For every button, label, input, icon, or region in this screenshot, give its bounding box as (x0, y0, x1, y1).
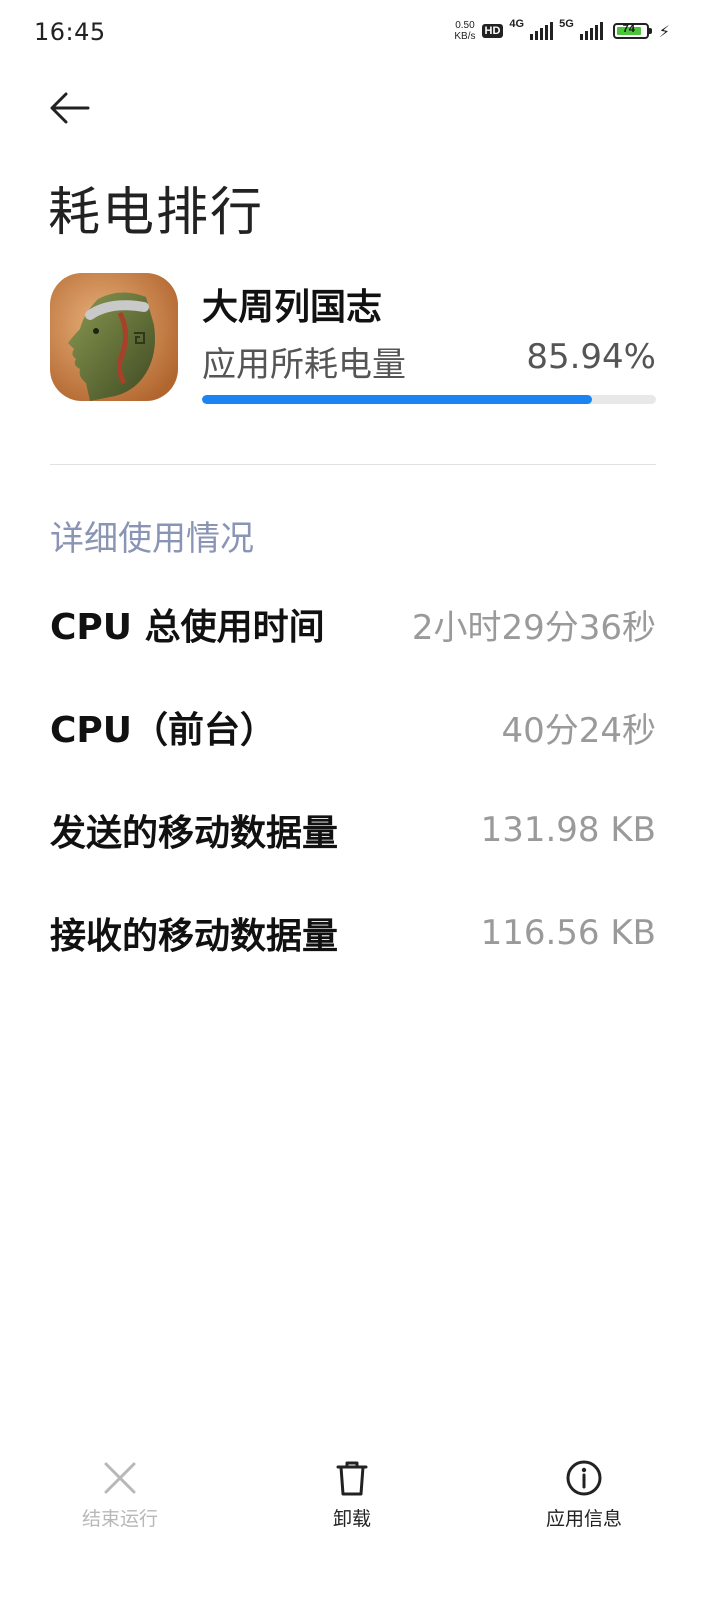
detail-row-mobile-data-received: 接收的移动数据量 116.56 KB (50, 903, 656, 963)
detail-row-cpu-total: CPU 总使用时间 2小时29分36秒 (50, 594, 656, 654)
detail-value: 2小时29分36秒 (411, 607, 656, 648)
network-type-5g: 5G (559, 18, 574, 30)
usage-percent: 85.94% (526, 337, 656, 377)
detail-label: 接收的移动数据量 (50, 916, 339, 957)
force-stop-button[interactable]: 结束运行 (40, 1458, 200, 1531)
app-icon (50, 273, 178, 401)
detail-label: 发送的移动数据量 (50, 813, 339, 854)
detail-label: CPU（前台） (50, 710, 277, 751)
network-type-4g: 4G (509, 18, 525, 30)
force-stop-label: 结束运行 (81, 1508, 158, 1530)
hd-voice-icon: HD (481, 24, 504, 38)
trash-icon (336, 1461, 368, 1496)
signal-bars-icon (579, 22, 603, 40)
detail-row-mobile-data-sent: 发送的移动数据量 131.98 KB (50, 800, 656, 860)
app-name: 大周列国志 (202, 287, 383, 328)
detail-row-cpu-foreground: CPU（前台） 40分24秒 (50, 697, 656, 757)
detail-label: CPU 总使用时间 (50, 607, 325, 648)
usage-progress-fill (202, 395, 593, 404)
section-title-details: 详细使用情况 (50, 519, 254, 559)
arrow-left-icon (50, 92, 90, 124)
detail-value: 40分24秒 (501, 710, 656, 751)
network-speed-unit: KB/s (454, 31, 476, 42)
app-logo-image (50, 273, 178, 401)
app-info-label: 应用信息 (545, 1508, 622, 1530)
usage-label: 应用所耗电量 (202, 345, 406, 385)
back-button[interactable] (48, 88, 96, 128)
info-icon (566, 1460, 602, 1496)
charging-icon: ⚡ (658, 21, 670, 41)
signal-bars-icon (530, 22, 554, 40)
network-speed-value: 0.50 (455, 20, 475, 31)
bottom-action-bar: 结束运行 卸载 应用信息 (0, 1458, 720, 1558)
usage-progress-bar (202, 395, 656, 404)
network-speed: 0.50 KB/s (454, 20, 475, 42)
status-icons: 0.50 KB/s HD 4G 5G 74 ⚡ (454, 18, 670, 42)
detail-value: 116.56 KB (480, 913, 656, 953)
status-time: 16:45 (34, 18, 106, 46)
app-info-button[interactable]: 应用信息 (504, 1458, 664, 1531)
uninstall-button[interactable]: 卸载 (272, 1458, 432, 1531)
uninstall-label: 卸载 (332, 1508, 371, 1530)
divider (50, 464, 656, 465)
detail-value: 131.98 KB (480, 810, 656, 850)
status-bar: 16:45 0.50 KB/s HD 4G 5G 74 ⚡ (0, 0, 720, 64)
battery-icon: 74 (612, 23, 652, 39)
close-icon (104, 1462, 136, 1494)
page-title: 耗电排行 (48, 183, 265, 243)
battery-level: 74 (622, 23, 635, 35)
